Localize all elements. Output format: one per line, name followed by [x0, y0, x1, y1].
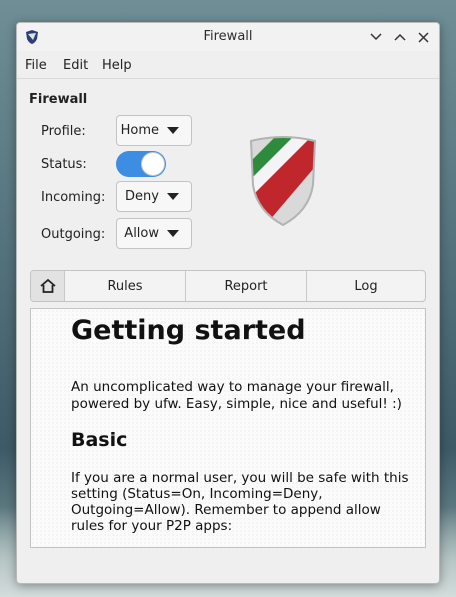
incoming-dropdown[interactable]: Deny [116, 181, 192, 212]
page-heading: Getting started [71, 315, 306, 346]
close-icon [417, 31, 429, 43]
maximize-button[interactable] [391, 29, 409, 45]
basic-heading: Basic [71, 429, 128, 451]
tab-log[interactable]: Log [306, 271, 425, 301]
incoming-value: Deny [125, 189, 159, 204]
profile-value: Home [120, 123, 159, 138]
section-title: Firewall [29, 92, 88, 107]
tab-home[interactable] [31, 271, 64, 301]
dropdown-arrow-icon [167, 127, 179, 134]
minimize-button[interactable] [367, 29, 385, 45]
profile-label: Profile: [41, 124, 86, 139]
title-bar[interactable]: Firewall [17, 23, 439, 51]
intro-text: An uncomplicated way to manage your fire… [71, 379, 402, 412]
menu-edit[interactable]: Edit [63, 58, 88, 73]
dropdown-arrow-icon [167, 193, 179, 200]
basic-text: If you are a normal user, you will be sa… [71, 470, 409, 534]
profile-dropdown[interactable]: Home [116, 115, 192, 146]
incoming-label: Incoming: [41, 190, 106, 205]
help-content: Getting started An uncomplicated way to … [30, 308, 426, 548]
menu-help[interactable]: Help [102, 58, 132, 73]
toggle-knob [141, 152, 165, 176]
outgoing-label: Outgoing: [41, 227, 106, 242]
home-icon [39, 279, 56, 293]
status-label: Status: [41, 157, 87, 172]
menu-bar: File Edit Help [17, 52, 439, 79]
close-button[interactable] [414, 29, 432, 45]
dropdown-arrow-icon [167, 230, 179, 237]
status-toggle[interactable] [116, 151, 166, 177]
firewall-shield-icon [249, 136, 317, 227]
tab-bar: Rules Report Log [30, 270, 426, 302]
tab-report[interactable]: Report [185, 271, 306, 301]
outgoing-value: Allow [124, 226, 159, 241]
chevron-down-icon [370, 33, 382, 41]
firewall-window: Firewall File Edit Help Firewall Profile… [16, 22, 440, 584]
tab-rules[interactable]: Rules [64, 271, 185, 301]
outgoing-dropdown[interactable]: Allow [116, 218, 192, 249]
chevron-up-icon [394, 33, 406, 41]
menu-file[interactable]: File [25, 58, 47, 73]
